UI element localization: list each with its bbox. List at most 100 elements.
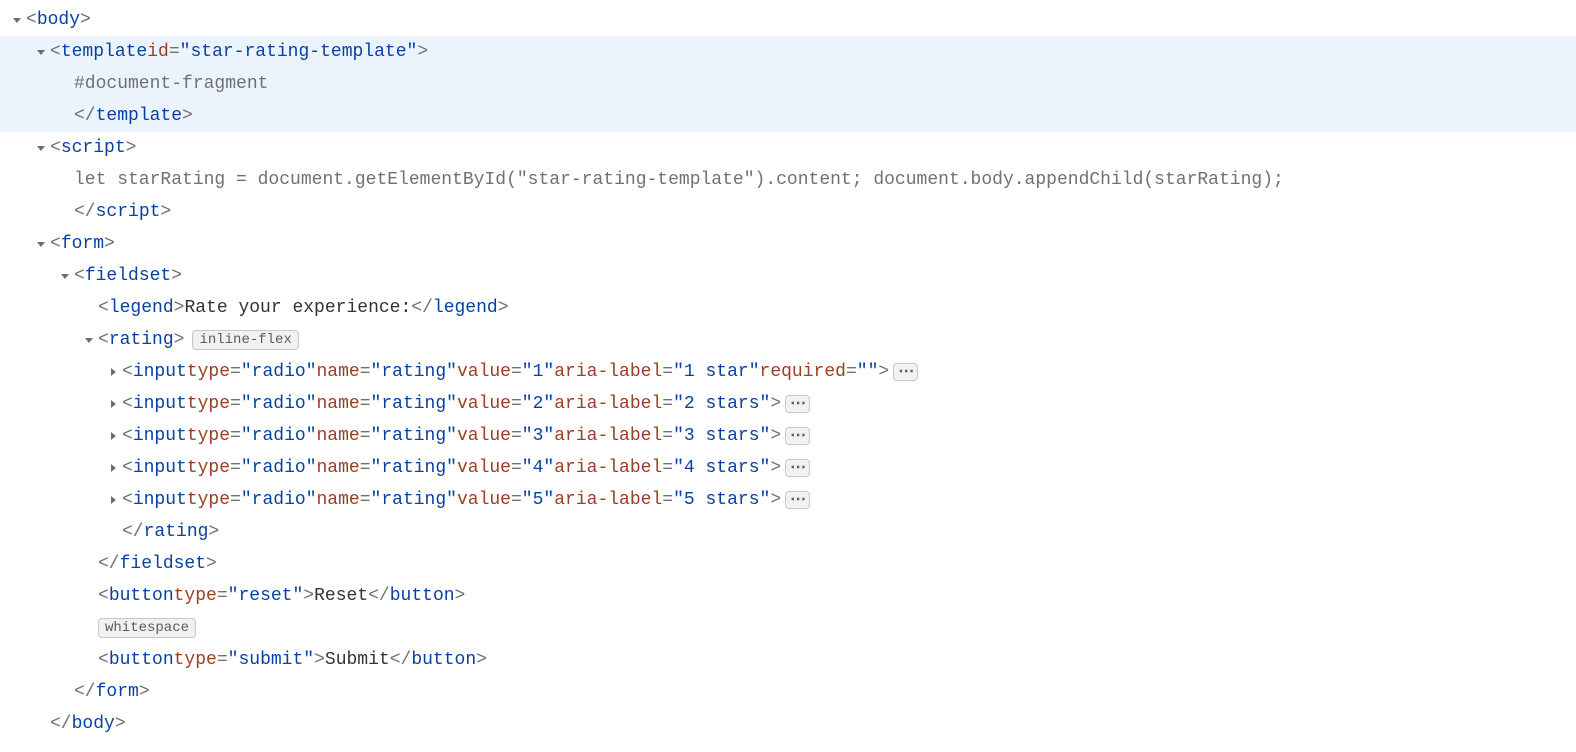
dom-tree-row[interactable]: <button type="reset">Reset</button> <box>0 580 1576 612</box>
tag-name: form <box>96 676 139 708</box>
attribute-name: value <box>457 452 511 484</box>
attribute-value: 3 stars <box>684 420 760 452</box>
row-content: let starRating = document.getElementById… <box>74 164 1284 196</box>
attribute-value: 2 stars <box>684 388 760 420</box>
attribute-value: 1 <box>533 356 544 388</box>
attribute-value: radio <box>252 388 306 420</box>
attribute-name: value <box>457 420 511 452</box>
tag-name: input <box>133 388 187 420</box>
tag-name: input <box>133 356 187 388</box>
attribute-name: aria-label <box>554 484 662 516</box>
ellipsis-expand-icon[interactable]: ⋯ <box>893 363 918 381</box>
dom-tree-row[interactable]: whitespace <box>0 612 1576 644</box>
tag-name: template <box>61 36 147 68</box>
dom-tree-row[interactable]: <form> <box>0 228 1576 260</box>
row-content: whitespace <box>98 618 196 638</box>
attribute-name: name <box>317 388 360 420</box>
ellipsis-expand-icon[interactable]: ⋯ <box>785 491 810 509</box>
dom-tree-row[interactable]: <input type="radio" name="rating" value=… <box>0 388 1576 420</box>
attribute-value: rating <box>381 484 446 516</box>
attribute-name: aria-label <box>554 452 662 484</box>
tag-name: button <box>109 644 174 676</box>
attribute-value: rating <box>381 420 446 452</box>
ellipsis-expand-icon[interactable]: ⋯ <box>785 427 810 445</box>
expand-triangle-down-icon[interactable] <box>56 267 74 285</box>
expand-triangle-right-icon[interactable] <box>104 363 122 381</box>
attribute-value: 5 stars <box>684 484 760 516</box>
attribute-name: name <box>317 420 360 452</box>
dom-tree-row[interactable]: <input type="radio" name="rating" value=… <box>0 356 1576 388</box>
dom-tree-row[interactable]: <input type="radio" name="rating" value=… <box>0 452 1576 484</box>
twistie-spacer <box>56 683 74 701</box>
expand-triangle-down-icon[interactable] <box>8 11 26 29</box>
dom-tree-row[interactable]: </rating> <box>0 516 1576 548</box>
twistie-spacer <box>56 75 74 93</box>
tag-name: form <box>61 228 104 260</box>
row-content: <legend>Rate your experience:</legend> <box>98 292 509 324</box>
dom-tree: <body><template id="star-rating-template… <box>0 0 1576 752</box>
attribute-name: required <box>760 356 846 388</box>
attribute-name: aria-label <box>554 420 662 452</box>
row-content: <input type="radio" name="rating" value=… <box>122 484 810 516</box>
layout-badge[interactable]: inline-flex <box>192 330 298 350</box>
expand-triangle-down-icon[interactable] <box>32 139 50 157</box>
row-content: <fieldset> <box>74 260 182 292</box>
row-content: <script> <box>50 132 136 164</box>
attribute-name: name <box>317 484 360 516</box>
expand-triangle-down-icon[interactable] <box>32 43 50 61</box>
dom-tree-row[interactable]: </template> <box>0 100 1576 132</box>
twistie-spacer <box>80 651 98 669</box>
attribute-value: rating <box>381 388 446 420</box>
dom-tree-row[interactable]: </body> <box>0 708 1576 740</box>
expand-triangle-right-icon[interactable] <box>104 459 122 477</box>
attribute-name: type <box>174 644 217 676</box>
row-content: </body> <box>50 708 126 740</box>
row-content: </script> <box>74 196 171 228</box>
ellipsis-expand-icon[interactable]: ⋯ <box>785 459 810 477</box>
row-content: <rating>inline-flex <box>98 324 299 356</box>
dom-tree-row[interactable]: </form> <box>0 676 1576 708</box>
row-content: </rating> <box>122 516 219 548</box>
dom-tree-row[interactable]: <body> <box>0 4 1576 36</box>
attribute-value: radio <box>252 420 306 452</box>
attribute-value: 5 <box>533 484 544 516</box>
expand-triangle-right-icon[interactable] <box>104 395 122 413</box>
twistie-spacer <box>80 619 98 637</box>
expand-triangle-right-icon[interactable] <box>104 427 122 445</box>
attribute-name: aria-label <box>554 356 662 388</box>
row-content: #document-fragment <box>74 68 268 100</box>
dom-tree-row[interactable]: </script> <box>0 196 1576 228</box>
attribute-name: type <box>187 484 230 516</box>
attribute-value: 2 <box>533 388 544 420</box>
dom-tree-row[interactable]: <button type="submit">Submit</button> <box>0 644 1576 676</box>
attribute-value: 4 stars <box>684 452 760 484</box>
row-content: <template id="star-rating-template"> <box>50 36 428 68</box>
row-content: </fieldset> <box>98 548 217 580</box>
tag-name: rating <box>109 324 174 356</box>
dom-tree-row[interactable]: <legend>Rate your experience:</legend> <box>0 292 1576 324</box>
dom-tree-row[interactable]: let starRating = document.getElementById… <box>0 164 1576 196</box>
attribute-name: type <box>187 356 230 388</box>
tag-name: input <box>133 484 187 516</box>
attribute-name: name <box>317 452 360 484</box>
dom-tree-row[interactable]: </fieldset> <box>0 548 1576 580</box>
dom-tree-row[interactable]: <input type="radio" name="rating" value=… <box>0 420 1576 452</box>
twistie-spacer <box>56 171 74 189</box>
attribute-name: type <box>187 388 230 420</box>
expand-triangle-down-icon[interactable] <box>32 235 50 253</box>
tag-name: input <box>133 420 187 452</box>
attribute-value: radio <box>252 356 306 388</box>
ellipsis-expand-icon[interactable]: ⋯ <box>785 395 810 413</box>
row-content: </form> <box>74 676 150 708</box>
dom-tree-row[interactable]: <input type="radio" name="rating" value=… <box>0 484 1576 516</box>
expand-triangle-down-icon[interactable] <box>80 331 98 349</box>
tag-name: button <box>411 644 476 676</box>
dom-tree-row[interactable]: #document-fragment <box>0 68 1576 100</box>
dom-tree-row[interactable]: <template id="star-rating-template"> <box>0 36 1576 68</box>
dom-tree-row[interactable]: <rating>inline-flex <box>0 324 1576 356</box>
attribute-name: value <box>457 388 511 420</box>
dom-tree-row[interactable]: <fieldset> <box>0 260 1576 292</box>
dom-tree-row[interactable]: <script> <box>0 132 1576 164</box>
expand-triangle-right-icon[interactable] <box>104 491 122 509</box>
whitespace-badge[interactable]: whitespace <box>98 618 196 638</box>
